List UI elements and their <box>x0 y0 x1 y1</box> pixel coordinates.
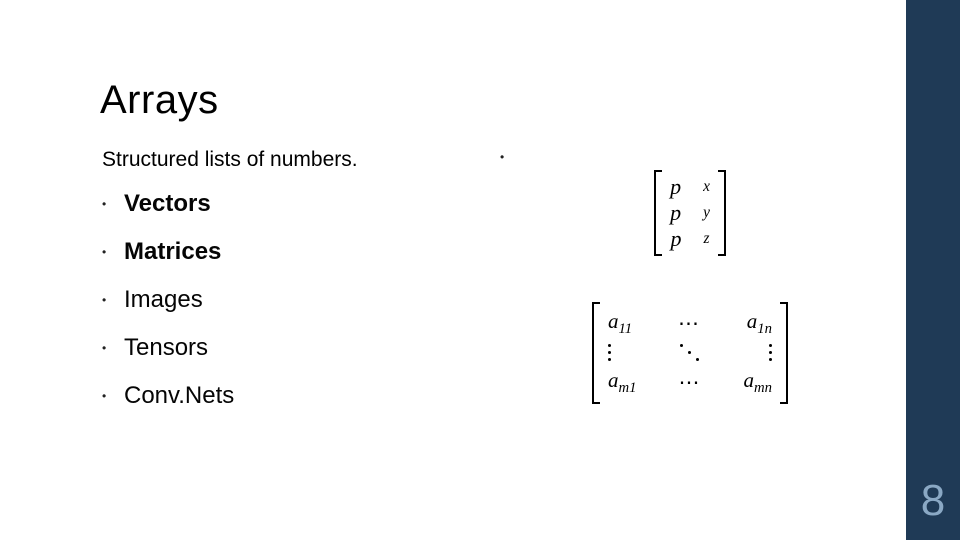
matrix-row: a11 ⋯ a1n <box>608 309 772 338</box>
bullet-text: Conv.Nets <box>124 382 234 409</box>
slide: 8 Arrays Structured lists of numbers. Ve… <box>0 0 960 540</box>
bullet-text: Vectors <box>124 190 211 217</box>
formula-area: px py pz a11 ⋯ a1n <box>520 170 860 404</box>
right-column-bullet: • <box>500 150 504 164</box>
bullet-item: Conv.Nets <box>102 384 234 408</box>
hdots-icon: ⋯ <box>679 370 702 395</box>
bullet-item: Tensors <box>102 336 234 360</box>
matrix-row <box>608 343 772 363</box>
matrix-row: am1 ⋯ amn <box>608 368 772 397</box>
left-bracket-icon <box>592 302 600 404</box>
vector-row: py <box>670 200 710 226</box>
bullet-list: Vectors Matrices Images Tensors Conv.Net… <box>102 192 234 432</box>
vector-cells: px py pz <box>662 170 718 256</box>
matrix-cell: a11 <box>608 309 632 338</box>
vector-bracket: px py pz <box>654 170 726 256</box>
vdots-icon <box>608 344 611 361</box>
vector-row: pz <box>670 226 710 252</box>
bullet-item: Vectors <box>102 192 234 216</box>
left-bracket-icon <box>654 170 662 256</box>
bullet-text: Matrices <box>124 238 221 265</box>
bullet-item: Matrices <box>102 240 234 264</box>
bullet-text: Tensors <box>124 334 208 361</box>
vector-formula: px py pz <box>520 170 860 256</box>
matrix-cell: a1n <box>747 309 772 338</box>
matrix-formula: a11 ⋯ a1n am1 ⋯ amn <box>520 302 860 404</box>
accent-sidebar <box>906 0 960 540</box>
bullet-text: Images <box>124 286 203 313</box>
right-bracket-icon <box>718 170 726 256</box>
ddots-icon <box>678 343 702 363</box>
vector-row: px <box>670 174 710 200</box>
matrix-cells: a11 ⋯ a1n am1 ⋯ amn <box>600 302 780 404</box>
matrix-cell: am1 <box>608 368 636 397</box>
matrix-cell: amn <box>744 368 772 397</box>
slide-title: Arrays <box>100 78 219 123</box>
vdots-icon <box>769 344 772 361</box>
hdots-icon: ⋯ <box>678 311 701 336</box>
matrix-bracket: a11 ⋯ a1n am1 ⋯ amn <box>592 302 788 404</box>
bullet-item: Images <box>102 288 234 312</box>
slide-subtitle: Structured lists of numbers. <box>102 148 358 172</box>
page-number: 8 <box>906 476 960 526</box>
right-bracket-icon <box>780 302 788 404</box>
